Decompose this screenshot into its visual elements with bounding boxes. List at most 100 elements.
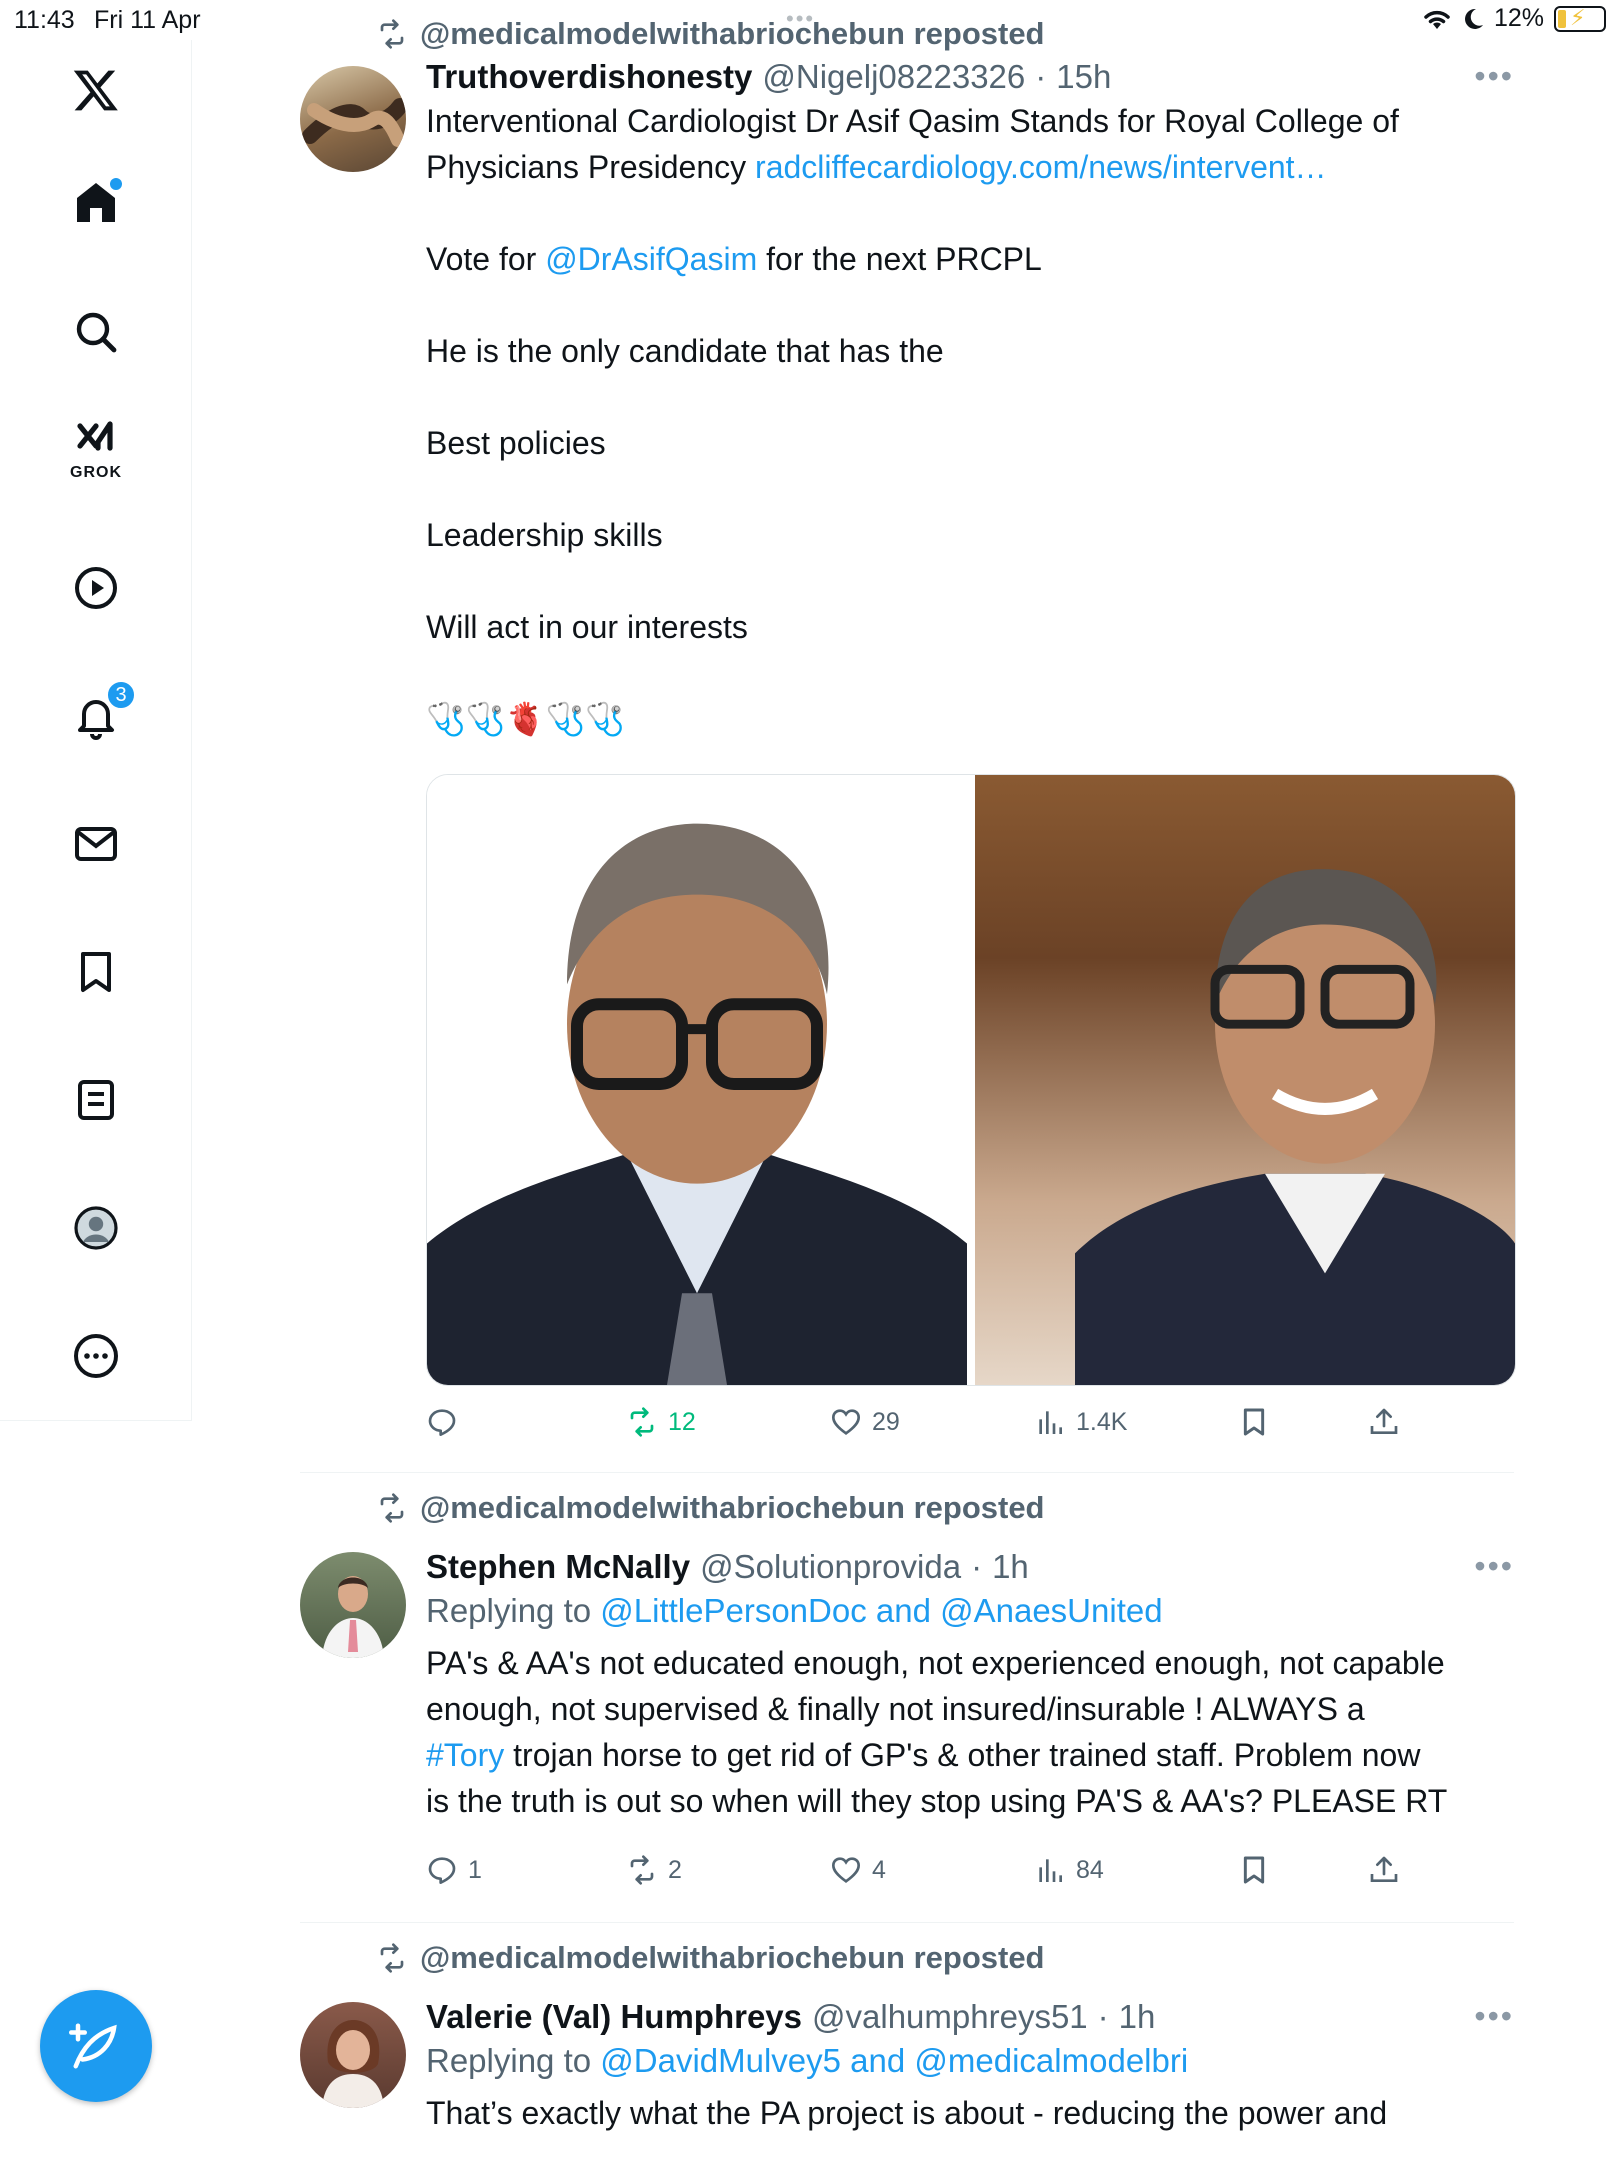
- status-date: Fri 11 Apr: [94, 6, 201, 34]
- view-count: 84: [1076, 1855, 1104, 1884]
- tweet-text-line: enough, not supervised & finally not ins…: [426, 1691, 1365, 1727]
- media-photo-right[interactable]: [975, 775, 1515, 1385]
- more-options-icon[interactable]: •••: [1474, 1998, 1514, 2035]
- replying-label: Replying to: [426, 1592, 601, 1629]
- tweet-text-line: Interventional Cardiologist Dr Asif Qasi…: [426, 103, 1399, 139]
- tweet-text-line: Best policies: [426, 425, 606, 461]
- sidebar-nav: GROK 3: [0, 40, 192, 1420]
- author-handle[interactable]: @Solutionprovida: [700, 1548, 961, 1586]
- emoji-line: 🩺🩺🫀🩺🩺: [426, 701, 626, 737]
- reply-button[interactable]: 1: [426, 1854, 482, 1886]
- views-button[interactable]: 84: [1034, 1854, 1104, 1886]
- author-name[interactable]: Stephen McNally: [426, 1548, 690, 1586]
- reply-button[interactable]: [426, 1406, 468, 1438]
- analytics-icon: [1039, 1411, 1062, 1434]
- bookmark-button[interactable]: [1238, 1854, 1270, 1886]
- like-button[interactable]: 29: [830, 1406, 900, 1438]
- handshake-avatar-image: [302, 98, 406, 147]
- like-button[interactable]: 4: [830, 1854, 886, 1886]
- tweet-divider: [300, 1922, 1514, 1923]
- tweet-media[interactable]: [426, 774, 1516, 1386]
- x-logo-icon[interactable]: [66, 60, 126, 120]
- more-options-icon[interactable]: •••: [1474, 58, 1514, 95]
- media-photo-left[interactable]: [427, 775, 967, 1385]
- bell-icon[interactable]: 3: [66, 680, 136, 746]
- bookmark-button[interactable]: [1238, 1406, 1270, 1438]
- bookmark-icon[interactable]: [66, 942, 126, 1002]
- grok-label: GROK: [70, 464, 122, 481]
- author-name[interactable]: Truthoverdishonesty: [426, 58, 752, 96]
- home-icon[interactable]: [66, 172, 126, 232]
- separator-dot: ·: [1035, 58, 1047, 95]
- hashtag-link[interactable]: #Tory: [426, 1737, 504, 1773]
- compose-feather-icon: [69, 2023, 117, 2069]
- notification-badge: 3: [106, 680, 136, 710]
- grok-icon[interactable]: GROK: [66, 421, 126, 482]
- tweet-text-line: Physicians Presidency radcliffecardiolog…: [426, 144, 1514, 190]
- bookmark-icon: [1243, 1408, 1265, 1436]
- more-options-icon[interactable]: •••: [1474, 1548, 1514, 1585]
- separator-dot: ·: [1097, 1998, 1109, 2035]
- reply-icon: [428, 1857, 456, 1884]
- tweet-header: Valerie (Val) Humphreys @valhumphreys51 …: [426, 1998, 1514, 2036]
- tweet-text-line: Vote for @DrAsifQasim for the next PRCPL: [426, 236, 1514, 282]
- like-count: 4: [872, 1855, 886, 1884]
- like-count: 29: [872, 1407, 900, 1436]
- tweet-actions: 1 2 4 84: [426, 1854, 1426, 1894]
- repost-indicator: @medicalmodelwithabriochebun reposted: [376, 14, 1045, 54]
- repost-text: @medicalmodelwithabriochebun reposted: [420, 1940, 1045, 1975]
- sidebar-divider: [0, 1420, 192, 1421]
- search-icon[interactable]: [66, 302, 126, 362]
- tweet-text-line: That’s exactly what the PA project is ab…: [426, 2095, 1388, 2131]
- views-button[interactable]: 1.4K: [1034, 1406, 1127, 1438]
- repost-button[interactable]: 12: [626, 1406, 696, 1438]
- compose-button[interactable]: [40, 1990, 152, 2102]
- mail-icon[interactable]: [66, 814, 126, 874]
- analytics-icon: [1039, 1859, 1062, 1882]
- share-icon: [1370, 1408, 1398, 1434]
- share-button[interactable]: [1368, 1406, 1400, 1438]
- repost-button[interactable]: 2: [626, 1854, 682, 1886]
- video-play-icon[interactable]: [66, 558, 126, 618]
- author-handle[interactable]: @valhumphreys51: [812, 1998, 1088, 2036]
- author-handle[interactable]: @Nigelj08223326: [762, 58, 1025, 96]
- tweet-text-line: PA's & AA's not educated enough, not exp…: [426, 1645, 1445, 1681]
- avatar[interactable]: [300, 2002, 406, 2108]
- replying-to-mentions[interactable]: @DavidMulvey5 and @medicalmodelbri: [600, 2042, 1188, 2079]
- replying-to-mentions[interactable]: @LittlePersonDoc and @AnaesUnited: [600, 1592, 1162, 1629]
- repost-icon: [630, 1407, 654, 1437]
- lists-icon[interactable]: [66, 1070, 126, 1130]
- battery-percent: 12%: [1493, 4, 1544, 32]
- tweet-header: Stephen McNally @Solutionprovida · 1h: [426, 1548, 1514, 1586]
- repost-icon: [380, 1493, 404, 1523]
- portrait-photo: [427, 823, 967, 1385]
- separator-dot: ·: [971, 1548, 983, 1585]
- wifi-icon: [1424, 10, 1450, 29]
- reply-icon: [428, 1409, 456, 1436]
- tweet-time[interactable]: 15h: [1056, 58, 1111, 96]
- moon-icon: [1464, 8, 1483, 29]
- tweet-time[interactable]: 1h: [1119, 1998, 1156, 2036]
- profile-icon[interactable]: [66, 1198, 126, 1258]
- tweet-header: Truthoverdishonesty @Nigelj08223326 · 15…: [426, 58, 1514, 96]
- repost-indicator: @medicalmodelwithabriochebun reposted: [376, 1938, 1045, 1978]
- home-unread-dot: [110, 178, 122, 190]
- avatar[interactable]: [300, 66, 406, 172]
- tweet-time[interactable]: 1h: [992, 1548, 1029, 1586]
- more-icon[interactable]: [66, 1326, 126, 1386]
- portrait-photo: [1075, 869, 1515, 1385]
- replying-label: Replying to: [426, 2042, 601, 2079]
- share-button[interactable]: [1368, 1854, 1400, 1886]
- article-link[interactable]: radcliffecardiology.com/news/intervent…: [755, 149, 1327, 185]
- mention-link[interactable]: @DrAsifQasim: [545, 241, 757, 277]
- avatar[interactable]: [300, 1552, 406, 1658]
- tweet-text-line: #Tory trojan horse to get rid of GP's & …: [426, 1732, 1514, 1778]
- author-name[interactable]: Valerie (Val) Humphreys: [426, 1998, 802, 2036]
- repost-text: @medicalmodelwithabriochebun reposted: [420, 16, 1045, 51]
- tweet-actions: 12 29 1.4K: [426, 1406, 1426, 1446]
- repost-count: 12: [668, 1407, 696, 1436]
- view-count: 1.4K: [1076, 1407, 1128, 1436]
- repost-indicator: @medicalmodelwithabriochebun reposted: [376, 1488, 1045, 1528]
- tweet-text-line: Leadership skills: [426, 517, 663, 553]
- tweet-text: PA's & AA's not educated enough, not exp…: [426, 1640, 1514, 1824]
